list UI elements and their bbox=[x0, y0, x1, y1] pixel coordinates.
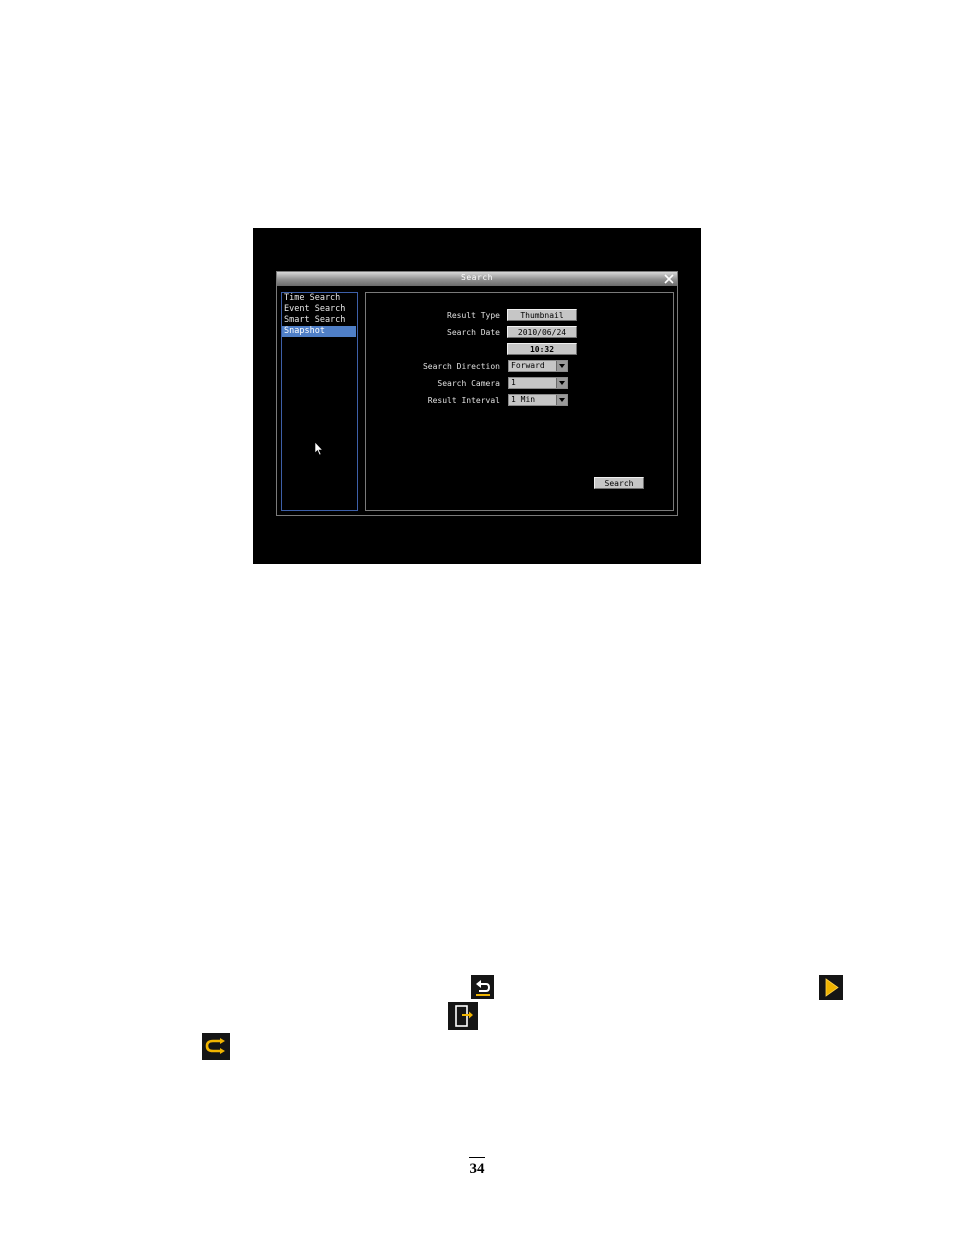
chevron-down-icon[interactable] bbox=[556, 361, 567, 371]
exit-door-icon bbox=[448, 1002, 478, 1030]
chevron-down-icon[interactable] bbox=[556, 395, 567, 405]
dialog-titlebar: Search bbox=[277, 272, 677, 286]
dvr-screenshot: Search Time Search Event Search Smart Se… bbox=[253, 228, 701, 564]
dialog-title: Search bbox=[461, 273, 493, 282]
search-options-panel: Result Type Thumbnail Search Date 2010/0… bbox=[365, 292, 674, 511]
search-button[interactable]: Search bbox=[594, 477, 644, 489]
search-camera-label: Search Camera bbox=[437, 379, 500, 388]
search-camera-select[interactable]: 1 bbox=[508, 377, 568, 389]
return-arrow-icon bbox=[202, 1033, 230, 1060]
search-direction-label: Search Direction bbox=[422, 362, 500, 371]
search-date-label: Search Date bbox=[447, 328, 500, 337]
back-arrow-icon bbox=[471, 975, 494, 999]
result-type-label: Result Type bbox=[447, 311, 500, 320]
play-icon bbox=[819, 975, 843, 1000]
result-interval-select[interactable]: 1 Min bbox=[508, 394, 568, 406]
search-date-field[interactable]: 2010/06/24 bbox=[507, 326, 577, 338]
chevron-down-icon[interactable] bbox=[556, 378, 567, 388]
search-direction-select[interactable]: Forward bbox=[508, 360, 568, 372]
sidebar-item-snapshot[interactable]: Snapshot bbox=[282, 326, 356, 337]
result-interval-label: Result Interval bbox=[427, 396, 500, 405]
search-mode-list: Time Search Event Search Smart Search Sn… bbox=[281, 292, 358, 511]
page-number-rule bbox=[469, 1157, 485, 1158]
sidebar-item-time-search[interactable]: Time Search bbox=[282, 293, 357, 304]
result-interval-value: 1 Min bbox=[511, 395, 536, 404]
search-time-field[interactable]: 10:32 bbox=[507, 343, 577, 355]
sidebar-item-smart-search[interactable]: Smart Search bbox=[282, 315, 357, 326]
mouse-cursor-icon bbox=[314, 441, 324, 456]
page-number: 34 bbox=[469, 1161, 485, 1177]
sidebar-item-event-search[interactable]: Event Search bbox=[282, 304, 357, 315]
search-dialog: Search Time Search Event Search Smart Se… bbox=[276, 271, 678, 516]
search-direction-value: Forward bbox=[511, 361, 545, 370]
result-type-button[interactable]: Thumbnail bbox=[507, 309, 577, 321]
close-icon[interactable] bbox=[663, 273, 675, 285]
search-camera-value: 1 bbox=[511, 378, 516, 387]
